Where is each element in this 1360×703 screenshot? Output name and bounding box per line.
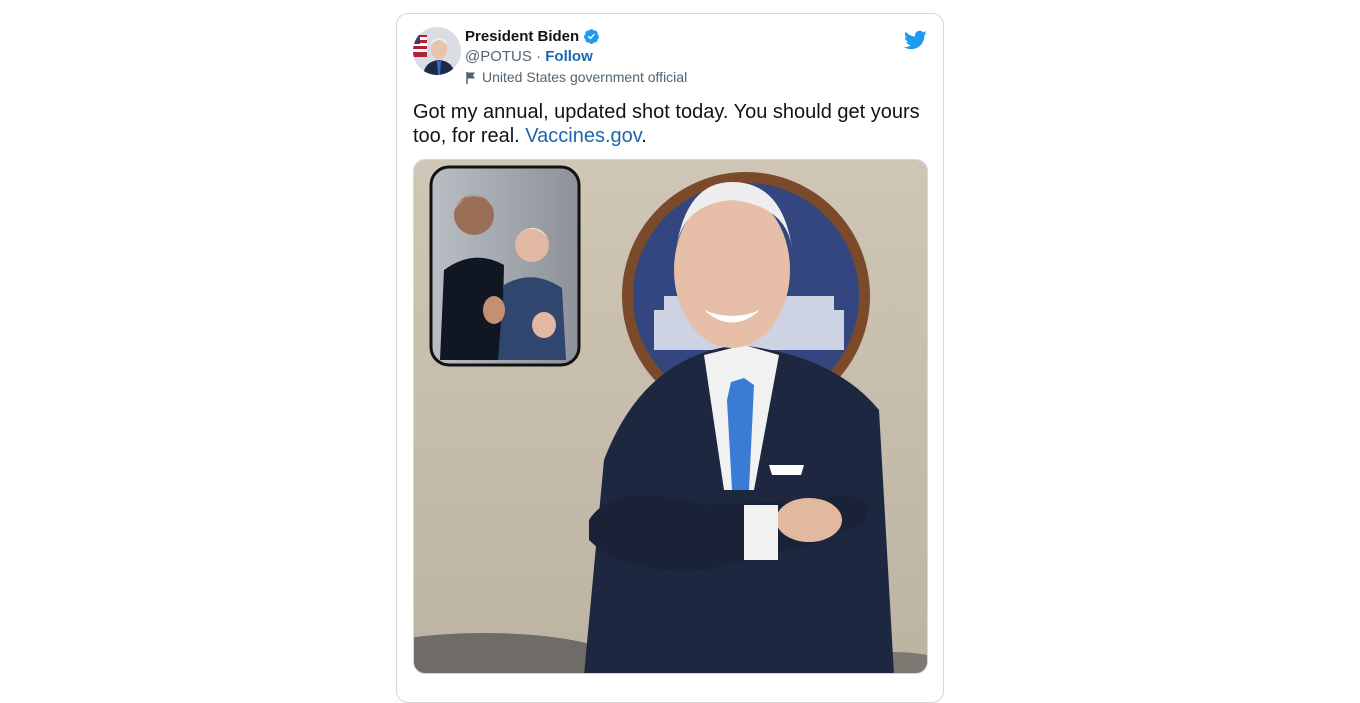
twitter-bird-icon[interactable] (903, 28, 927, 52)
photo-illustration (414, 160, 927, 673)
tweet-text-tail: . (641, 125, 647, 147)
author-name[interactable]: President Biden (465, 28, 579, 45)
handle[interactable]: @POTUS (465, 48, 532, 65)
tweet-photo[interactable] (413, 159, 928, 674)
tweet-text-main: Got my annual, updated shot today. You s… (413, 101, 920, 147)
handle-row: @POTUS · Follow (465, 48, 593, 65)
verified-badge-icon (584, 29, 600, 44)
follow-link[interactable]: Follow (545, 48, 593, 65)
avatar[interactable] (413, 27, 461, 75)
tweet-card: President Biden @POTUS · Follow United S… (396, 13, 944, 703)
flag-icon (466, 71, 475, 84)
account-label: United States government official (482, 69, 688, 85)
separator: · (531, 48, 546, 65)
author-name-row[interactable]: President Biden (465, 28, 600, 45)
account-label-row: United States government official (465, 69, 687, 85)
tweet-text: Got my annual, updated shot today. You s… (413, 100, 933, 148)
tweet-link[interactable]: Vaccines.gov (525, 125, 641, 147)
